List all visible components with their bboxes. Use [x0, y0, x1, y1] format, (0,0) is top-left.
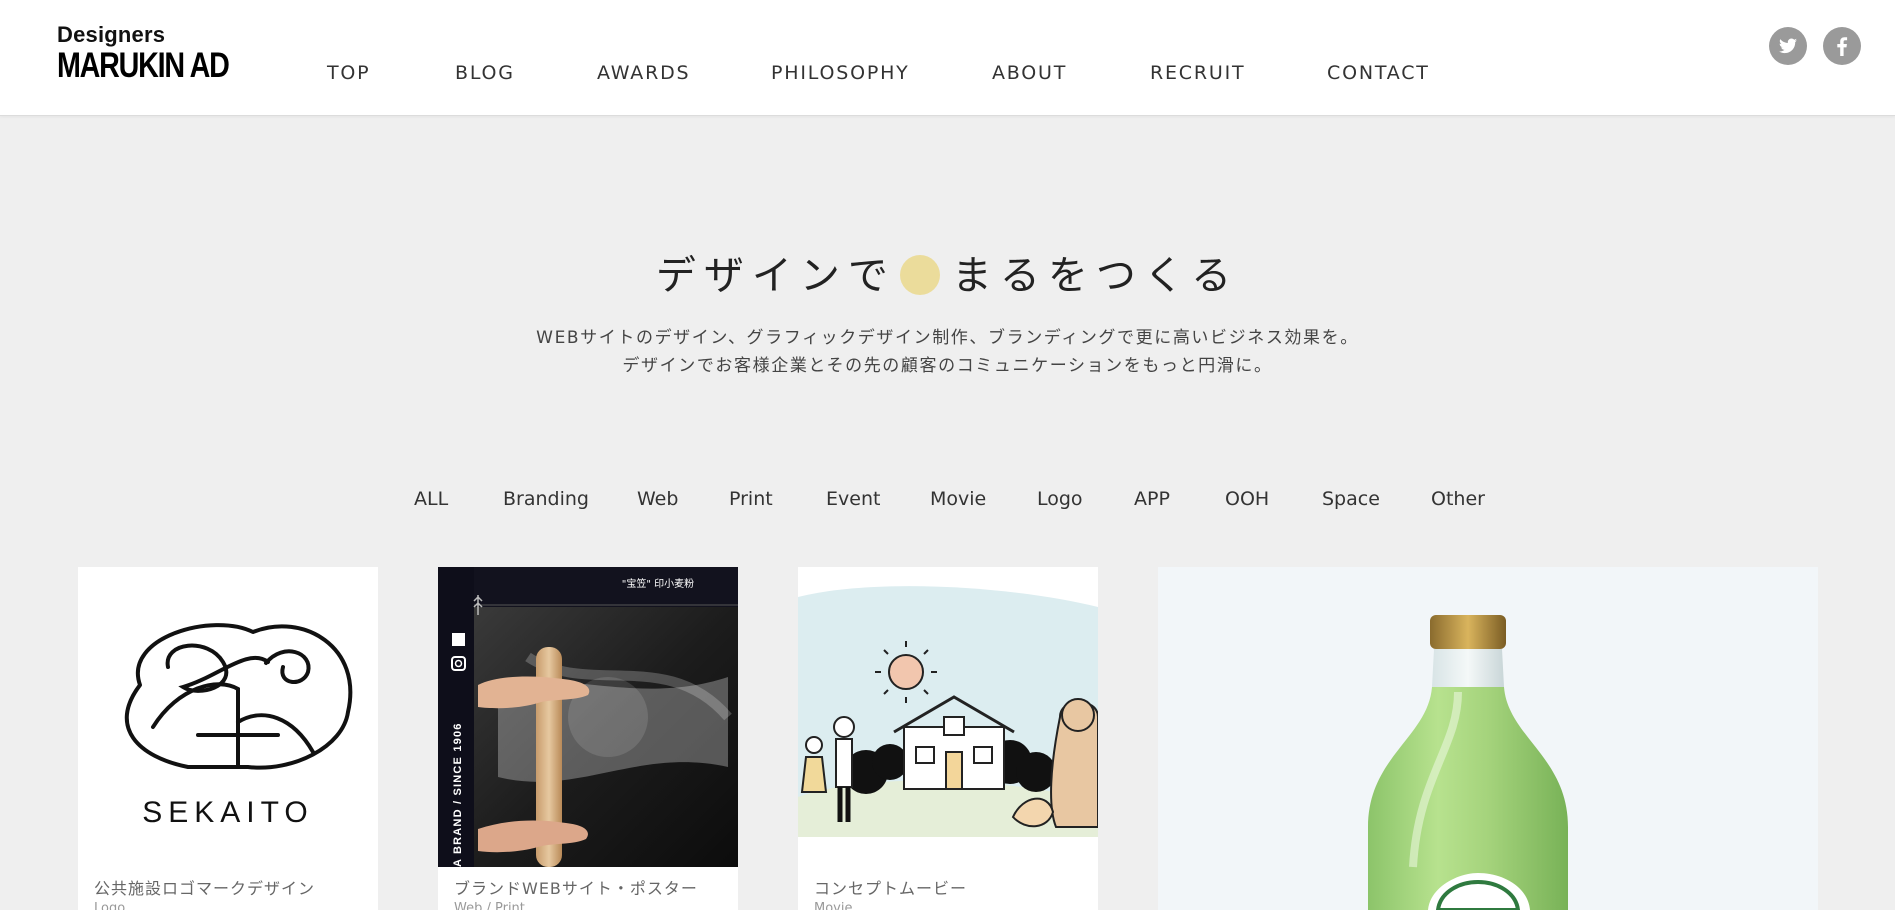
nav-top[interactable]: TOP — [327, 62, 370, 84]
hero-description-line2: デザインでお客様企業とその先の顧客のコミュニケーションをもっと円滑に。 — [622, 356, 1273, 376]
nav-contact[interactable]: CONTACT — [1327, 62, 1430, 84]
work-category: Movie — [814, 901, 853, 910]
filter-web[interactable]: Web — [637, 488, 678, 510]
logo-designers-text: Designers — [57, 22, 166, 47]
nav-about[interactable]: ABOUT — [992, 62, 1067, 84]
soda-bottle-image — [1158, 567, 1818, 910]
work-category: Web / Print — [454, 901, 525, 910]
sekaito-logo-text: SEKAITO — [142, 796, 314, 829]
work-thumbnail — [798, 567, 1098, 867]
rolling-pin-poster-image: "宝笠" 印小麦粉 A BRAND / SINCE 1906 — [438, 567, 738, 867]
hero-title-before: デザインで — [655, 253, 896, 299]
filter-other[interactable]: Other — [1431, 488, 1485, 510]
work-card-sekaito[interactable]: SEKAITO 公共施設ロゴマークデザイン Logo — [78, 567, 378, 910]
work-title: ブランドWEBサイト・ポスター — [454, 879, 698, 898]
work-title: 公共施設ロゴマークデザイン — [94, 879, 316, 898]
work-category: Logo — [94, 901, 126, 910]
nav-blog[interactable]: BLOG — [455, 62, 515, 84]
logo-wordmark: MARUKIN AD — [57, 46, 230, 85]
poster-brand-text: "宝笠" 印小麦粉 — [622, 577, 694, 590]
concept-movie-illustration — [798, 567, 1098, 867]
hero-description-line1: WEBサイトのデザイン、グラフィックデザイン制作、ブランディングで更に高いビジネ… — [536, 328, 1359, 348]
site-header: Designers MARUKIN AD TOP BLOG AWARDS PHI… — [0, 0, 1895, 116]
facebook-icon — [1837, 37, 1848, 56]
work-card-soda-bottle[interactable] — [1158, 567, 1818, 910]
poster-side-text: A BRAND / SINCE 1906 — [452, 722, 464, 867]
work-card-brand-web[interactable]: "宝笠" 印小麦粉 A BRAND / SINCE 1906 ブランドWEBサイ… — [438, 567, 738, 910]
filter-space[interactable]: Space — [1322, 488, 1380, 510]
nav-philosophy[interactable]: PHILOSOPHY — [771, 62, 910, 84]
nav-recruit[interactable]: RECRUIT — [1150, 62, 1245, 84]
filter-event[interactable]: Event — [826, 488, 880, 510]
filter-logo[interactable]: Logo — [1037, 488, 1083, 510]
work-thumbnail: SEKAITO — [78, 567, 378, 867]
work-title: コンセプトムービー — [814, 879, 968, 898]
filter-app[interactable]: APP — [1134, 488, 1170, 510]
filter-ooh[interactable]: OOH — [1225, 488, 1269, 510]
hero-title: デザインで まるをつくる — [0, 248, 1895, 304]
facebook-link[interactable] — [1823, 27, 1861, 65]
filter-branding[interactable]: Branding — [503, 488, 589, 510]
hero-title-after: まるをつくる — [951, 253, 1240, 299]
filter-print[interactable]: Print — [729, 488, 773, 510]
twitter-icon — [1779, 38, 1797, 54]
work-card-concept-movie[interactable]: コンセプトムービー Movie — [798, 567, 1098, 910]
filter-movie[interactable]: Movie — [930, 488, 986, 510]
circle-dot-icon — [899, 255, 940, 295]
site-logo[interactable]: Designers MARUKIN AD — [57, 24, 243, 84]
twitter-link[interactable] — [1769, 27, 1807, 65]
work-thumbnail: "宝笠" 印小麦粉 A BRAND / SINCE 1906 — [438, 567, 738, 867]
filter-all[interactable]: ALL — [414, 488, 448, 510]
sekaito-logo-image: SEKAITO — [124, 623, 353, 829]
nav-awards[interactable]: AWARDS — [597, 62, 690, 84]
